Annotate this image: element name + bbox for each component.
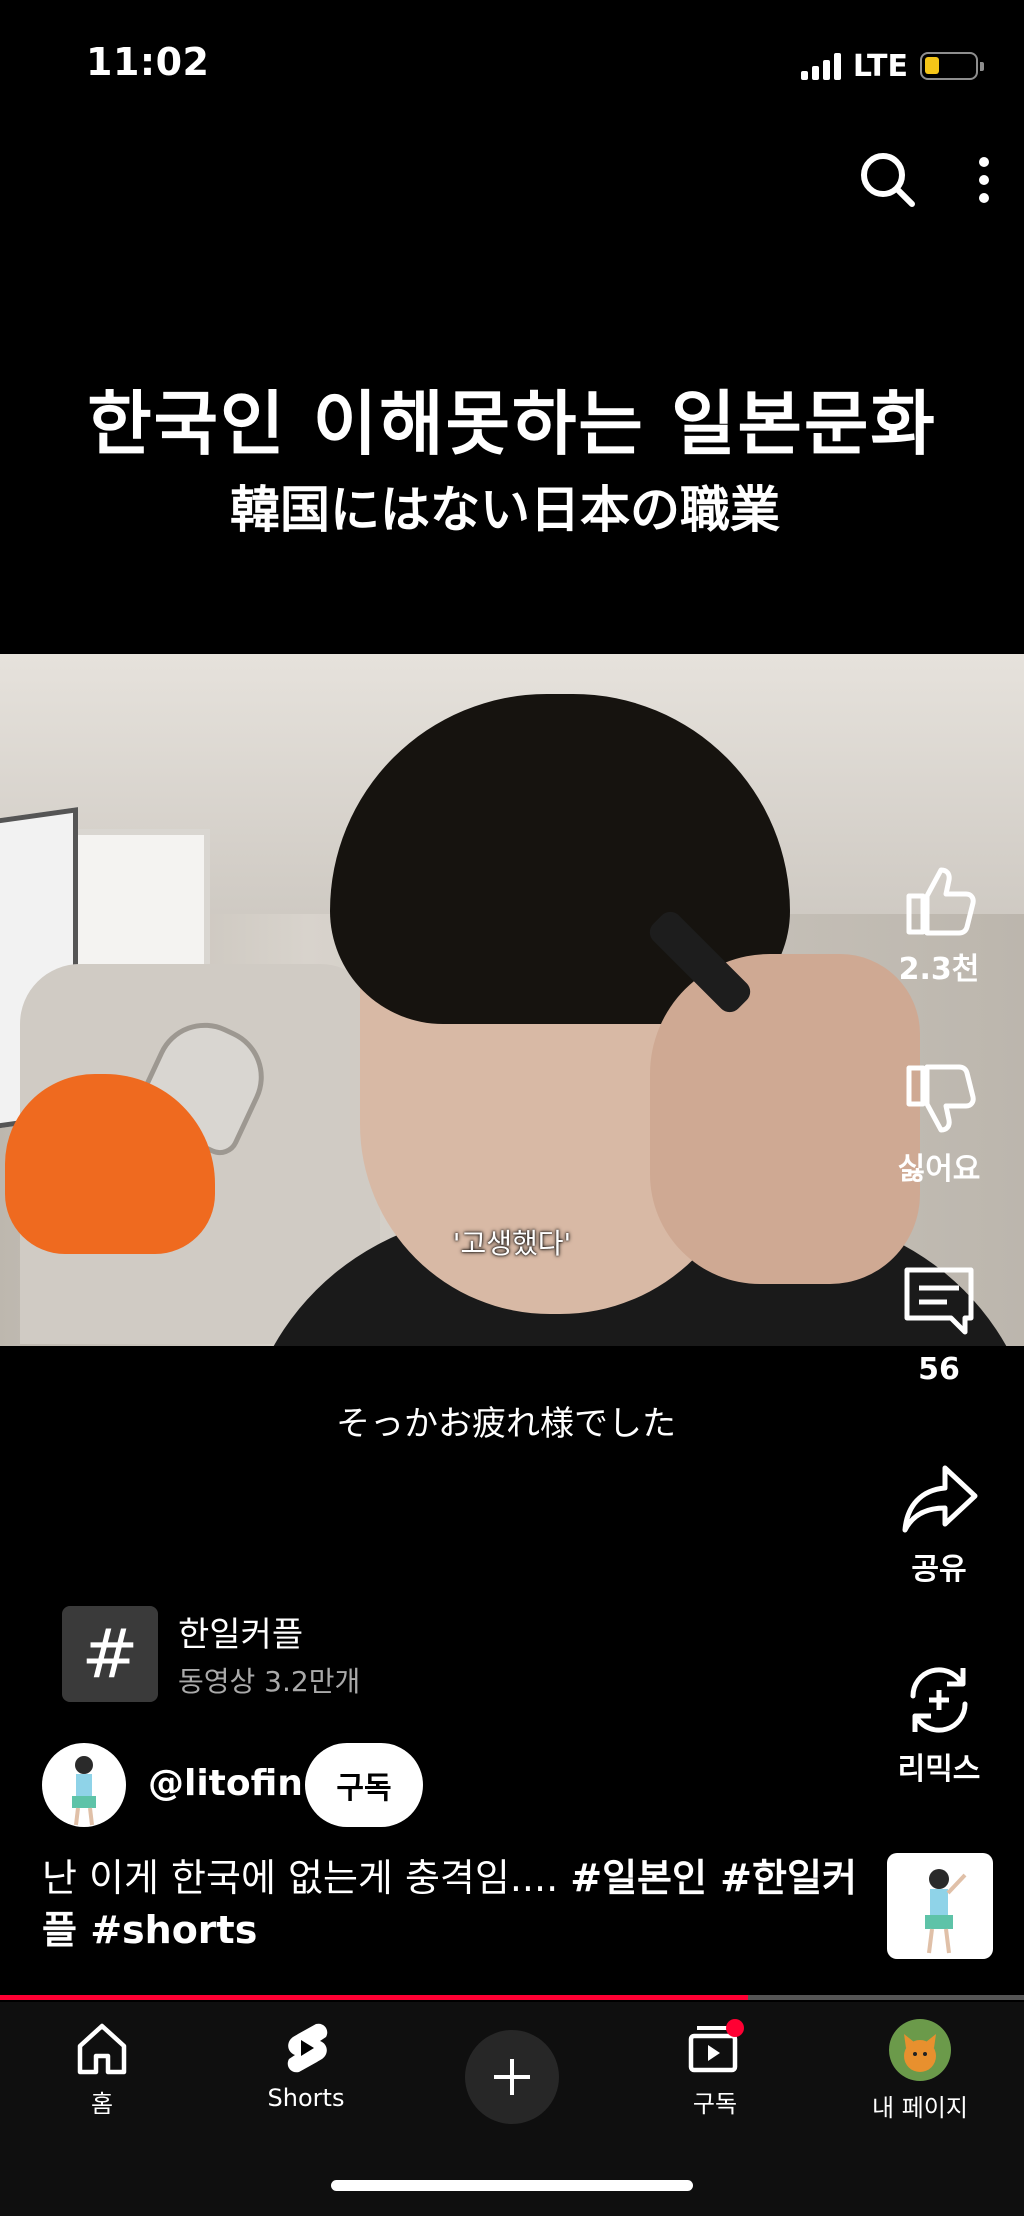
profile-avatar-icon: [889, 2019, 951, 2081]
channel-avatar[interactable]: [42, 1743, 126, 1827]
channel-handle[interactable]: @litofin: [148, 1763, 303, 1804]
sound-thumbnail[interactable]: [887, 1853, 993, 1959]
shorts-icon: [287, 2023, 328, 2073]
hashtag-icon[interactable]: #: [62, 1606, 158, 1702]
nav-home-label: 홈: [90, 2090, 114, 2118]
thumbs-down-icon: [906, 1064, 976, 1133]
nav-my-page-label: 내 페이지: [872, 2094, 968, 2122]
network-type: LTE: [852, 48, 908, 84]
signal-icon: [800, 52, 841, 80]
share-label: 공유: [911, 1552, 967, 1587]
remix-label: 리믹스: [897, 1752, 981, 1787]
more-vert-icon: [979, 157, 989, 203]
like-button[interactable]: 2.3천: [854, 862, 1024, 988]
search-icon: [861, 153, 915, 207]
video-description[interactable]: 난 이게 한국에 없는게 충격임.... #일본인 #한일커플 #shorts: [42, 1852, 862, 1956]
battery-icon: [920, 52, 984, 80]
hashtag-video-count: 동영상 3.2만개: [178, 1665, 361, 1698]
more-options-button[interactable]: [974, 155, 994, 205]
create-button[interactable]: [465, 2030, 559, 2124]
like-count: 2.3천: [898, 952, 980, 987]
plus-icon: [494, 2059, 530, 2095]
status-indicators: LTE: [800, 44, 984, 88]
playback-progress-bar[interactable]: [0, 1995, 1024, 2000]
video-frame[interactable]: '고생했다': [0, 654, 1024, 1346]
remix-icon: [910, 1667, 968, 1733]
nav-shorts-label: Shorts: [267, 2084, 345, 2112]
comment-icon: [904, 1267, 974, 1335]
nav-subscriptions[interactable]: 구독: [615, 2018, 815, 2119]
nav-my-page[interactable]: 내 페이지: [820, 2018, 1020, 2123]
video-title-japanese: 韓国にはない日本の職業: [230, 481, 780, 539]
dislike-button[interactable]: 싫어요: [854, 1062, 1024, 1188]
video-caption: そっかお疲れ様でした: [336, 1404, 676, 1444]
home-icon: [77, 2023, 127, 2075]
thumbs-up-icon: [906, 867, 976, 936]
share-button[interactable]: 공유: [854, 1462, 1024, 1588]
comment-count: 56: [918, 1352, 960, 1387]
nav-shorts[interactable]: Shorts: [206, 2018, 406, 2112]
home-indicator: [331, 2180, 693, 2191]
search-button[interactable]: [858, 150, 918, 210]
subscribe-button[interactable]: 구독: [305, 1743, 423, 1827]
hashtag-title[interactable]: 한일커플: [178, 1607, 303, 1656]
description-text: 난 이게 한국에 없는게 충격임....: [42, 1856, 571, 1900]
nav-subscriptions-label: 구독: [692, 2090, 738, 2118]
status-time: 11:02: [86, 40, 210, 84]
video-title-korean: 한국인 이해못하는 일본문화: [87, 383, 937, 465]
comments-button[interactable]: 56: [854, 1262, 1024, 1387]
dislike-label: 싫어요: [897, 1152, 981, 1187]
in-frame-subtitle: '고생했다': [452, 1227, 572, 1260]
nav-home[interactable]: 홈: [2, 2018, 202, 2119]
share-icon: [902, 1465, 978, 1533]
subscriptions-icon: [688, 2019, 744, 2073]
remix-button[interactable]: 리믹스: [854, 1662, 1024, 1788]
